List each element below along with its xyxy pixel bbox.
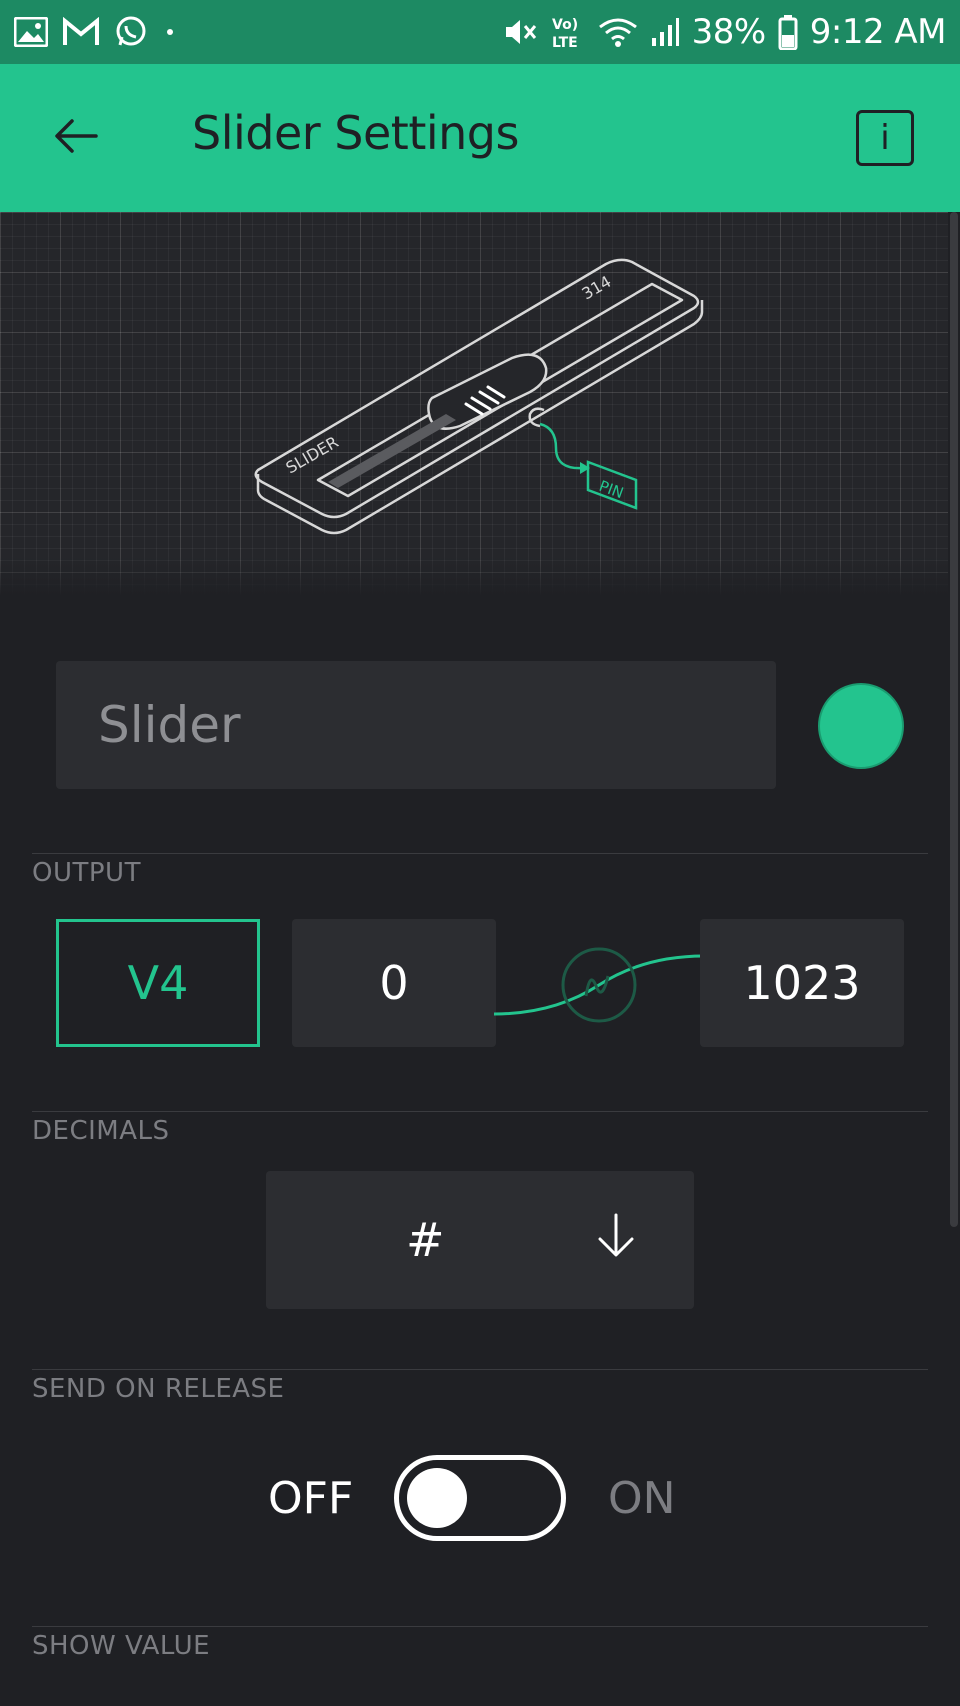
whatsapp-icon	[114, 15, 148, 49]
decimals-section-label: DECIMALS	[32, 1116, 170, 1146]
toggle-off-label: OFF	[268, 1473, 354, 1524]
signal-icon	[650, 16, 680, 48]
arrow-left-icon	[55, 119, 98, 153]
toggle-on-label: ON	[608, 1473, 676, 1524]
min-value-input[interactable]: 0	[292, 919, 496, 1047]
mute-icon	[502, 15, 538, 49]
widget-illustration: PIN SLIDER 314	[0, 212, 948, 596]
max-value: 1023	[743, 956, 861, 1010]
page-title: Slider Settings	[192, 106, 519, 160]
color-picker-button[interactable]	[818, 683, 904, 769]
info-icon: i	[880, 118, 890, 158]
svg-text:LTE: LTE	[552, 35, 578, 51]
app-bar: Slider Settings i	[0, 64, 960, 212]
slider-illustration: PIN SLIDER 314	[254, 258, 704, 535]
decimals-dropdown[interactable]: #	[266, 1171, 694, 1309]
mapping-curve-icon	[494, 947, 704, 1023]
battery-percent: 38%	[691, 12, 767, 52]
widget-name-input[interactable]: Slider	[56, 661, 776, 789]
scrollbar[interactable]	[950, 212, 958, 1227]
status-bar-left	[14, 15, 178, 49]
send-on-release-label: SEND ON RELEASE	[32, 1374, 285, 1404]
battery-icon	[778, 14, 798, 50]
toggle-knob	[407, 1468, 467, 1528]
divider	[32, 1369, 928, 1370]
widget-name-value: Slider	[98, 696, 241, 754]
min-value: 0	[379, 956, 409, 1010]
divider	[32, 1626, 928, 1627]
show-value-label: SHOW VALUE	[32, 1631, 211, 1661]
volte-icon: Vo) LTE	[550, 13, 586, 51]
output-section-label: OUTPUT	[32, 858, 141, 888]
send-on-release-toggle[interactable]	[394, 1455, 566, 1541]
arrow-down-icon	[598, 1213, 634, 1257]
dot-icon	[162, 24, 178, 40]
info-button[interactable]: i	[856, 110, 914, 166]
max-value-input[interactable]: 1023	[700, 919, 904, 1047]
clock: 9:12 AM	[809, 12, 947, 52]
pin-value: V4	[127, 956, 189, 1010]
back-button[interactable]	[44, 104, 108, 168]
svg-text:Vo): Vo)	[552, 17, 578, 33]
divider	[32, 1111, 928, 1112]
decimals-value: #	[406, 1213, 445, 1267]
status-bar: Vo) LTE 38% 9:12 AM	[0, 0, 960, 64]
hero-fade	[0, 556, 948, 596]
status-bar-right: Vo) LTE 38% 9:12 AM	[502, 12, 947, 52]
gmail-icon	[62, 17, 100, 47]
divider	[32, 853, 928, 854]
pin-tag-label: PIN	[597, 477, 626, 502]
pin-selector[interactable]: V4	[56, 919, 260, 1047]
wifi-icon	[598, 15, 638, 49]
gallery-icon	[14, 17, 48, 47]
